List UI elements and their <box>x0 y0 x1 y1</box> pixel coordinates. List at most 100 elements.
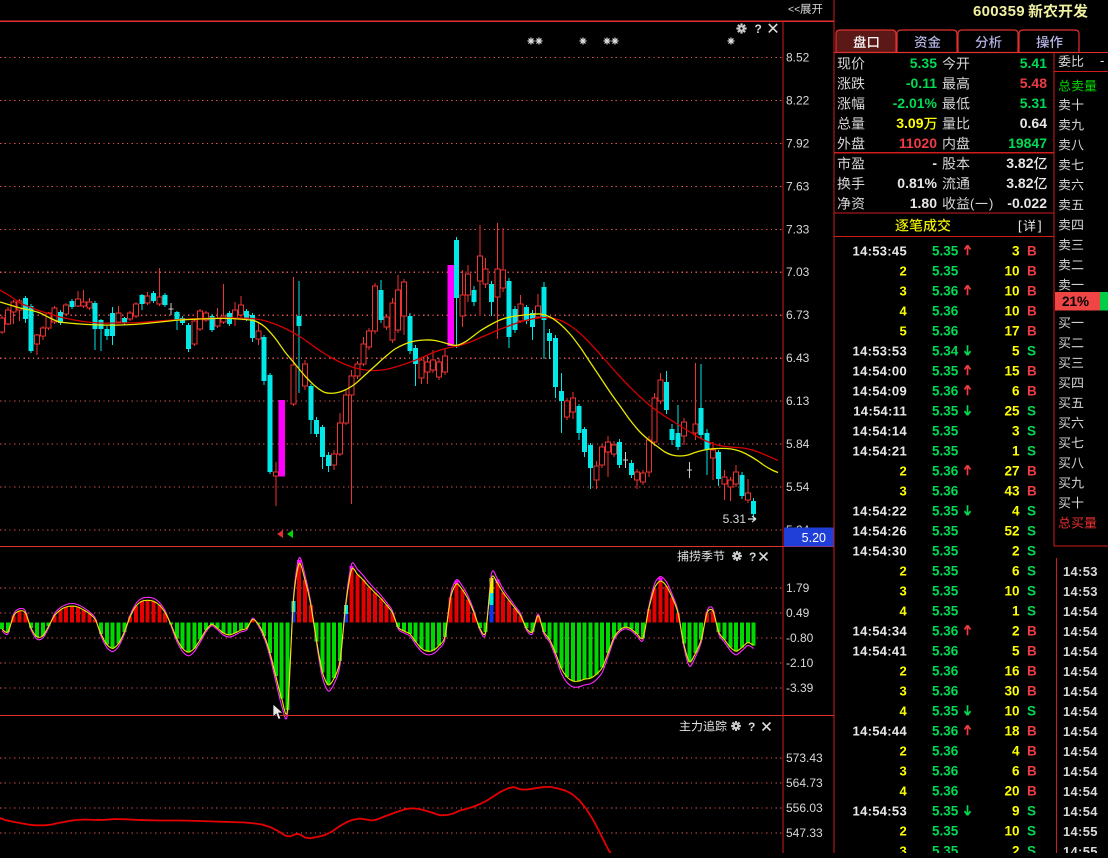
svg-text:S: S <box>1027 804 1036 819</box>
svg-text:14:54: 14:54 <box>1063 804 1098 819</box>
svg-text:11020: 11020 <box>899 135 937 151</box>
svg-text:5.35: 5.35 <box>932 244 959 259</box>
svg-text:5.35: 5.35 <box>932 824 959 839</box>
svg-text:1.80: 1.80 <box>910 195 937 211</box>
svg-text:3: 3 <box>899 284 907 299</box>
svg-text:S: S <box>1027 584 1036 599</box>
svg-text:14:54: 14:54 <box>1063 704 1098 719</box>
svg-text:S: S <box>1027 564 1036 579</box>
svg-text:-2.01%: -2.01% <box>893 95 938 111</box>
svg-text:15: 15 <box>1004 364 1020 379</box>
svg-text:6.43: 6.43 <box>786 351 810 365</box>
svg-text:S: S <box>1027 824 1036 839</box>
svg-text:5.36: 5.36 <box>932 464 959 479</box>
svg-text:20: 20 <box>1004 784 1019 799</box>
svg-text:5.35: 5.35 <box>932 424 959 439</box>
svg-text:564.73: 564.73 <box>786 776 823 790</box>
svg-text:5.34: 5.34 <box>932 344 959 359</box>
svg-text:14:54:09: 14:54:09 <box>853 384 907 399</box>
svg-text:3: 3 <box>1012 424 1020 439</box>
svg-text:10: 10 <box>1004 264 1019 279</box>
svg-text:2: 2 <box>899 464 907 479</box>
svg-text:14:54:26: 14:54:26 <box>853 524 907 539</box>
svg-text:S: S <box>1027 424 1036 439</box>
svg-text:2: 2 <box>899 744 907 759</box>
svg-text:6: 6 <box>1012 764 1020 779</box>
svg-text:5.36: 5.36 <box>932 384 959 399</box>
svg-text:-0.11: -0.11 <box>906 75 937 91</box>
svg-text:14:54: 14:54 <box>1063 644 1098 659</box>
svg-text:B: B <box>1027 764 1037 779</box>
svg-text:3: 3 <box>899 684 907 699</box>
svg-text:5.35: 5.35 <box>932 804 959 819</box>
svg-text:0.64: 0.64 <box>1020 115 1047 131</box>
svg-text:-: - <box>932 155 937 171</box>
svg-text:3: 3 <box>899 764 907 779</box>
svg-text:<<: << <box>788 4 800 16</box>
svg-text:3.82: 3.82 <box>1006 175 1033 191</box>
svg-text:3.82: 3.82 <box>1006 155 1033 171</box>
svg-text:B: B <box>1027 484 1037 499</box>
svg-text:5.35: 5.35 <box>932 544 959 559</box>
svg-text:S: S <box>1027 444 1036 459</box>
svg-text:2: 2 <box>1012 844 1020 854</box>
svg-text:5: 5 <box>1012 344 1020 359</box>
svg-text:14:54:44: 14:54:44 <box>853 724 908 739</box>
svg-text:14:54:21: 14:54:21 <box>853 444 907 459</box>
svg-text:3: 3 <box>899 484 907 499</box>
svg-text:14:54:22: 14:54:22 <box>853 504 907 519</box>
svg-text:1: 1 <box>1012 444 1020 459</box>
svg-text:4: 4 <box>1012 744 1020 759</box>
svg-text:7.33: 7.33 <box>786 222 810 236</box>
svg-text:S: S <box>1027 704 1036 719</box>
svg-text:14:54: 14:54 <box>1063 744 1098 759</box>
svg-text:14:54: 14:54 <box>1063 684 1098 699</box>
svg-text:(: ( <box>970 196 975 211</box>
svg-text:5.35: 5.35 <box>932 704 959 719</box>
svg-text:2: 2 <box>1012 624 1020 639</box>
svg-text:[: [ <box>1018 218 1022 233</box>
svg-text:14:54: 14:54 <box>1063 664 1098 679</box>
svg-text:52: 52 <box>1004 524 1019 539</box>
svg-text:14:54: 14:54 <box>1063 784 1098 799</box>
svg-text:5.35: 5.35 <box>932 504 959 519</box>
svg-text:14:54:53: 14:54:53 <box>853 804 907 819</box>
svg-text:10: 10 <box>1004 584 1019 599</box>
svg-text:4: 4 <box>899 704 907 719</box>
svg-text:14:54:11: 14:54:11 <box>853 404 907 419</box>
svg-text:10: 10 <box>1004 284 1019 299</box>
svg-text:2: 2 <box>899 824 907 839</box>
svg-text:S: S <box>1027 544 1036 559</box>
svg-text:B: B <box>1027 324 1037 339</box>
svg-text:5.54: 5.54 <box>786 480 810 494</box>
svg-text:5.84: 5.84 <box>786 437 810 451</box>
svg-text:B: B <box>1027 264 1037 279</box>
svg-text:547.33: 547.33 <box>786 826 823 840</box>
svg-text:5.36: 5.36 <box>932 644 959 659</box>
svg-text:6.73: 6.73 <box>786 308 810 322</box>
svg-text:5.36: 5.36 <box>932 664 959 679</box>
svg-text:B: B <box>1027 304 1037 319</box>
svg-text:5.35: 5.35 <box>932 584 959 599</box>
svg-text:5.36: 5.36 <box>932 764 959 779</box>
svg-text:5: 5 <box>1012 644 1020 659</box>
svg-text:-: - <box>1100 53 1104 68</box>
svg-text:4: 4 <box>899 304 907 319</box>
svg-text:5.35: 5.35 <box>932 264 959 279</box>
svg-text:25: 25 <box>1004 404 1020 419</box>
svg-text:B: B <box>1027 364 1037 379</box>
svg-text:1: 1 <box>1012 604 1020 619</box>
svg-text:14:54:00: 14:54:00 <box>853 364 907 379</box>
svg-text:16: 16 <box>1004 664 1020 679</box>
svg-text:-3.39: -3.39 <box>786 681 814 695</box>
svg-text:21%: 21% <box>1062 294 1089 309</box>
svg-text:B: B <box>1027 784 1037 799</box>
svg-text:B: B <box>1027 644 1037 659</box>
svg-text:5.31: 5.31 <box>723 512 747 526</box>
svg-text:2: 2 <box>1012 544 1020 559</box>
svg-text:8.52: 8.52 <box>786 51 810 65</box>
svg-text:5.36: 5.36 <box>932 624 959 639</box>
svg-text:573.43: 573.43 <box>786 751 823 765</box>
svg-text:5.36: 5.36 <box>932 284 959 299</box>
svg-text:0.49: 0.49 <box>786 606 810 620</box>
